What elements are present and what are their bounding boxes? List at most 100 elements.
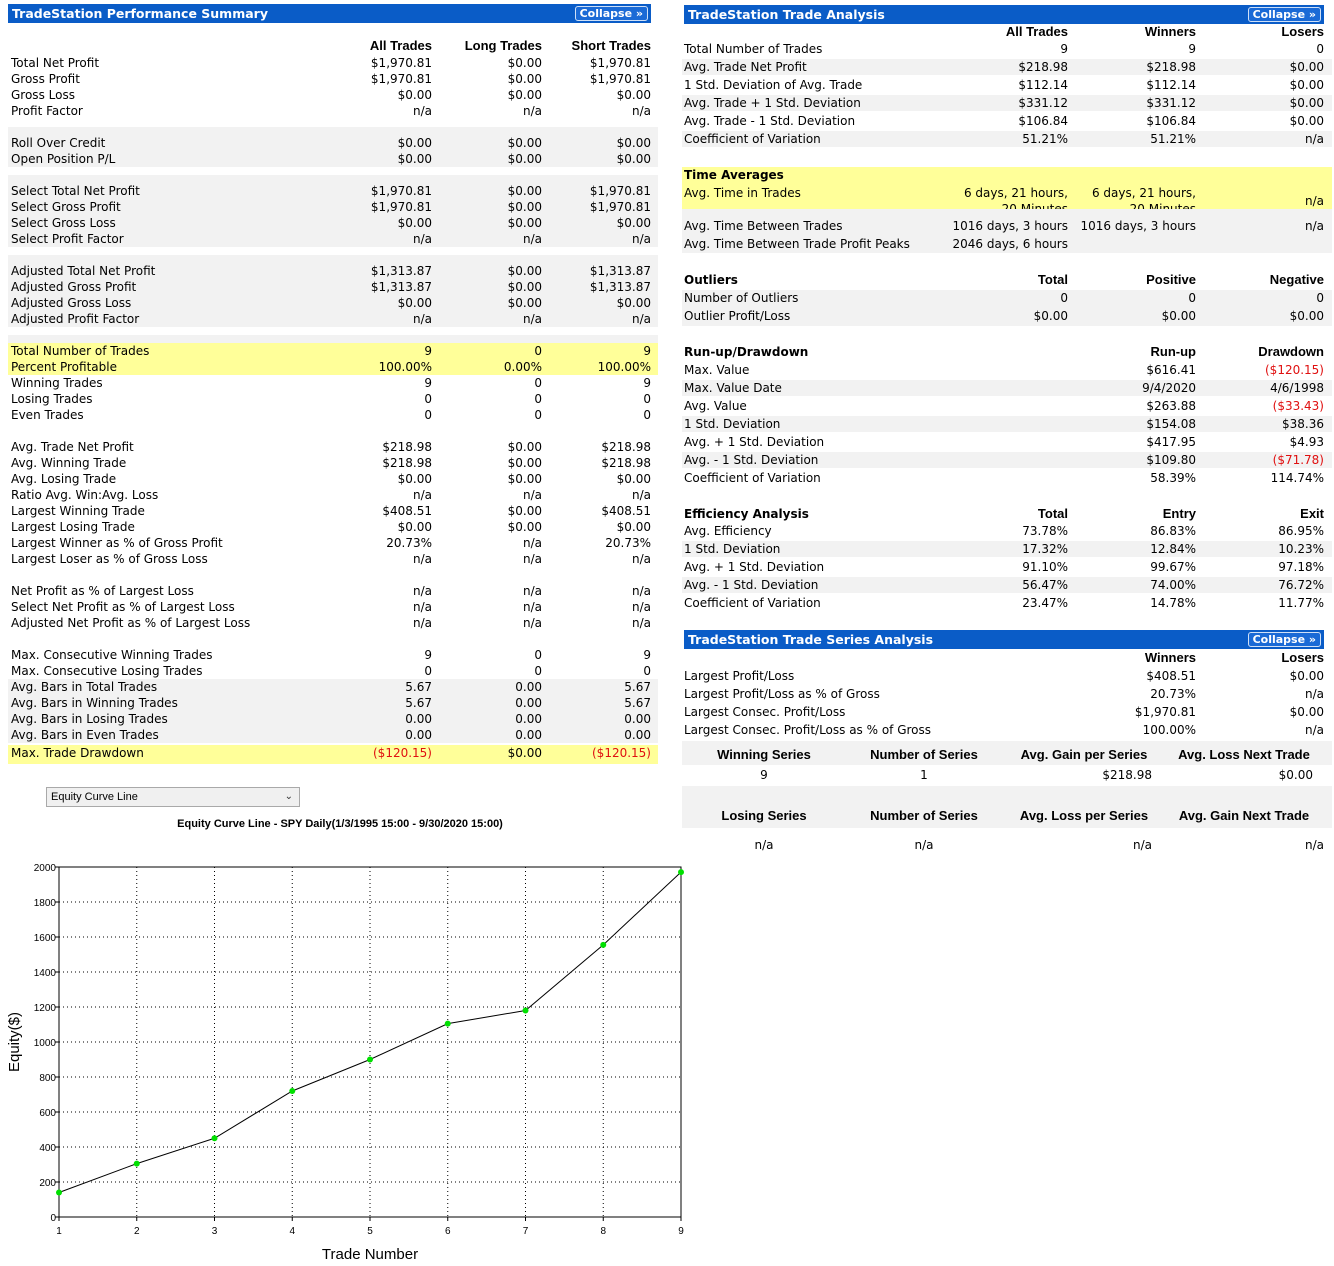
perf-row-value: $0.00 [507, 746, 542, 760]
perf-row-value: 0.00 [624, 712, 651, 726]
perf-row-value: n/a [631, 488, 651, 502]
perf-row-value: 9 [424, 376, 432, 390]
trade-analysis-collapse-button[interactable]: Collapse » [1247, 7, 1321, 22]
ta-row-value: 51.21% [1150, 132, 1196, 146]
perf-row-value: $0.00 [616, 136, 651, 150]
series-analysis-header: TradeStation Trade Series Analysis Colla… [684, 630, 1324, 649]
perf-summary-title: TradeStation Performance Summary [12, 6, 268, 21]
series-row-label: Largest Profit/Loss [684, 669, 795, 683]
ta-row: Avg. Trade + 1 Std. Deviation $331.12 $331… [682, 95, 1332, 111]
perf-row: Ratio Avg. Win:Avg. Loss n/a n/a n/a [8, 487, 658, 503]
efficiency-row-label: Avg. + 1 Std. Deviation [684, 560, 825, 574]
perf-row-value: n/a [631, 600, 651, 614]
perf-row-value: 0 [424, 408, 432, 422]
perf-row-label: Avg. Bars in Total Trades [11, 680, 158, 694]
ta-row: Total Number of Trades 9 9 0 [682, 41, 1332, 57]
runup-row-label: Avg. + 1 Std. Deviation [684, 435, 825, 449]
efficiency-row-value: 76.72% [1278, 578, 1324, 592]
outliers-row-value: $0.00 [1161, 309, 1196, 323]
perf-row-value: 0 [534, 344, 542, 358]
y-tick-label: 1200 [34, 1003, 57, 1014]
ta-row-value: 51.21% [1022, 132, 1068, 146]
chevron-down-icon: ⌄ [284, 791, 293, 802]
perf-row: Adjusted Gross Profit $1,313.87 $0.00 $1,31… [8, 279, 658, 295]
series-analysis-collapse-button[interactable]: Collapse » [1247, 632, 1321, 647]
runup-row-label: Coefficient of Variation [684, 471, 821, 485]
runup-row: Avg. + 1 Std. Deviation $417.95 $4.93 [682, 434, 1332, 450]
outliers-col-header: Total [1037, 272, 1068, 287]
perf-row-value: 0 [534, 392, 542, 406]
perf-row-value: n/a [522, 616, 542, 630]
outliers-row-value: $0.00 [1033, 309, 1068, 323]
x-tick-label: 9 [678, 1226, 684, 1237]
runup-row-label: Max. Value [684, 363, 750, 377]
series-row: Largest Consec. Profit/Loss $1,970.81 $0.0… [682, 704, 1332, 720]
series-row-value: n/a [1304, 687, 1324, 701]
efficiency-row-value: 10.23% [1278, 542, 1324, 556]
ta-col-header: Winners [1144, 24, 1196, 39]
efficiency-row-label: Avg. Efficiency [684, 524, 772, 538]
perf-row: Total Number of Trades 9 0 9 [8, 343, 658, 359]
perf-row: Open Position P/L $0.00 $0.00 $0.00 [8, 151, 658, 167]
ta-row-value: $106.84 [1146, 114, 1196, 128]
perf-row-value: $0.00 [507, 280, 542, 294]
series-row: Largest Profit/Loss $408.51 $0.00 [682, 668, 1332, 684]
ta-row-value: $0.00 [1289, 114, 1324, 128]
ta-row-value: $106.84 [1018, 114, 1068, 128]
x-tick-label: 3 [212, 1226, 218, 1237]
winning-series-col-header: Avg. Gain per Series [1020, 747, 1148, 762]
perf-row: Adjusted Net Profit as % of Largest Loss… [8, 615, 658, 631]
losing-series-value: n/a [914, 838, 934, 852]
perf-row-value: $0.00 [616, 296, 651, 310]
perf-row-label: Winning Trades [11, 376, 103, 390]
winning-series-value: 1 [920, 768, 928, 782]
perf-row-label: Select Total Net Profit [11, 184, 140, 198]
perf-row-value: $218.98 [601, 456, 651, 470]
series-row-value: 20.73% [1150, 687, 1196, 701]
perf-row-label: Avg. Bars in Winning Trades [11, 696, 178, 710]
perf-row-value: $1,970.81 [370, 56, 432, 70]
perf-row-value: $0.00 [507, 520, 542, 534]
between-peaks-all: 2046 days, 6 hours [952, 237, 1069, 251]
between-trades-win: 1016 days, 3 hours [1080, 219, 1197, 233]
ta-row-value: n/a [1304, 132, 1324, 146]
equity-data-point [522, 1007, 529, 1014]
perf-row-label: Max. Consecutive Losing Trades [11, 664, 203, 678]
efficiency-row-value: 56.47% [1022, 578, 1068, 592]
losing-series-col-header: Avg. Loss per Series [1019, 808, 1149, 823]
perf-row: Largest Loser as % of Gross Loss n/a n/a n/… [8, 551, 658, 567]
ta-row-label: Coefficient of Variation [684, 132, 821, 146]
perf-row-value: $0.00 [507, 56, 542, 70]
perf-row-value: $0.00 [616, 472, 651, 486]
perf-row-label: Net Profit as % of Largest Loss [11, 584, 194, 598]
perf-row-value: 0.00% [503, 360, 542, 374]
perf-row-value: $0.00 [616, 520, 651, 534]
perf-row-value: $0.00 [507, 72, 542, 86]
runup-row-label: Max. Value Date [684, 381, 782, 395]
perf-row-value: n/a [412, 232, 432, 246]
ta-row-label: 1 Std. Deviation of Avg. Trade [684, 78, 863, 92]
perf-row-label: Max. Trade Drawdown [11, 746, 144, 760]
perf-row-value: 0.00 [624, 728, 651, 742]
y-tick-label: 1400 [34, 968, 57, 979]
losing-series-col-header: Losing Series [721, 808, 807, 823]
y-tick-label: 800 [39, 1073, 56, 1084]
perf-summary-collapse-button[interactable]: Collapse » [574, 6, 648, 21]
ta-col-header: All Trades [1005, 24, 1068, 39]
runup-row: Coefficient of Variation 58.39% 114.74% [682, 470, 1332, 486]
perf-row-value: $0.00 [397, 296, 432, 310]
ta-row-value: 9 [1188, 42, 1196, 56]
y-tick-label: 1600 [34, 933, 57, 944]
perf-row-value: $0.00 [616, 216, 651, 230]
efficiency-row-value: 23.47% [1022, 596, 1068, 610]
efficiency-row-value: 11.77% [1278, 596, 1324, 610]
chart-type-selected: Equity Curve Line [51, 791, 138, 803]
perf-row-value: ($120.15) [373, 746, 432, 760]
y-axis-label: Equity($) [6, 1012, 23, 1072]
efficiency-row-label: 1 Std. Deviation [684, 542, 781, 556]
series-analysis-title: TradeStation Trade Series Analysis [688, 632, 934, 647]
perf-row-value: n/a [631, 584, 651, 598]
perf-row: Adjusted Profit Factor n/a n/a n/a [8, 311, 658, 327]
chart-type-select[interactable]: Equity Curve Line ⌄ [46, 787, 300, 807]
runup-row-label: 1 Std. Deviation [684, 417, 781, 431]
